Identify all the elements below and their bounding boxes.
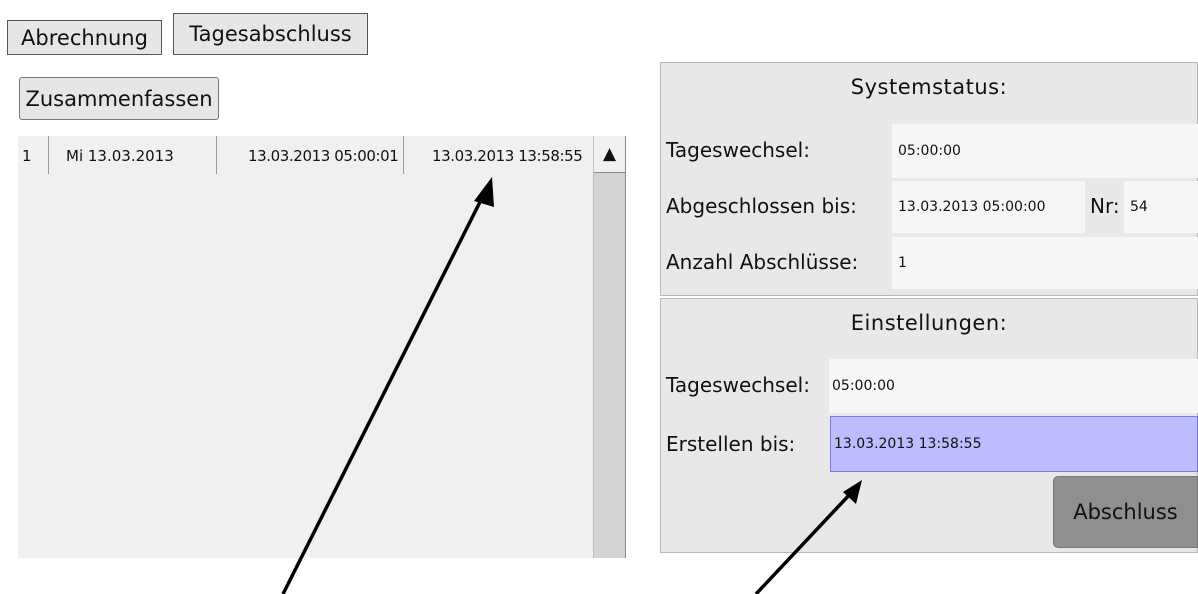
row-number: 1 — [22, 147, 32, 165]
vertical-scrollbar[interactable]: ▲ — [593, 136, 626, 558]
settings-title: Einstellungen: — [850, 311, 1008, 335]
nr-value: 54 — [1124, 181, 1198, 233]
tageswechsel-status-value: 05:00:00 — [892, 124, 1198, 178]
tageswechsel-setting-label: Tageswechsel: — [666, 373, 810, 397]
row-day: Mi 13.03.2013 — [66, 147, 174, 165]
anzahl-label: Anzahl Abschlüsse: — [666, 250, 859, 274]
erstellen-input[interactable]: 13.03.2013 13:58:55 — [830, 416, 1198, 472]
abgeschlossen-value: 13.03.2013 05:00:00 — [892, 181, 1085, 233]
tab-abrechnung[interactable]: Abrechnung — [7, 20, 162, 55]
tageswechsel-setting-input[interactable]: 05:00:00 — [829, 359, 1198, 413]
closing-list: 1 Mi 13.03.2013 13.03.2013 05:00:01 13.0… — [18, 136, 626, 558]
system-status-title: Systemstatus: — [850, 75, 1008, 99]
table-row[interactable]: 1 Mi 13.03.2013 13.03.2013 05:00:01 13.0… — [18, 136, 593, 176]
row-from: 13.03.2013 05:00:01 — [248, 147, 399, 165]
abschluss-button[interactable]: Abschluss — [1053, 476, 1198, 548]
column-divider — [216, 136, 217, 174]
scroll-up-arrow-icon[interactable]: ▲ — [594, 136, 625, 173]
abgeschlossen-label: Abgeschlossen bis: — [666, 194, 857, 218]
nr-label: Nr: — [1090, 194, 1120, 218]
row-to: 13.03.2013 13:58:55 — [432, 147, 583, 165]
column-divider — [403, 136, 404, 174]
column-divider — [48, 136, 49, 174]
erstellen-label: Erstellen bis: — [666, 432, 796, 456]
anzahl-value: 1 — [892, 237, 1198, 289]
tab-tagesabschluss[interactable]: Tagesabschluss — [173, 13, 368, 55]
summarize-button[interactable]: Zusammenfassen — [19, 77, 219, 120]
tageswechsel-status-label: Tageswechsel: — [666, 138, 810, 162]
